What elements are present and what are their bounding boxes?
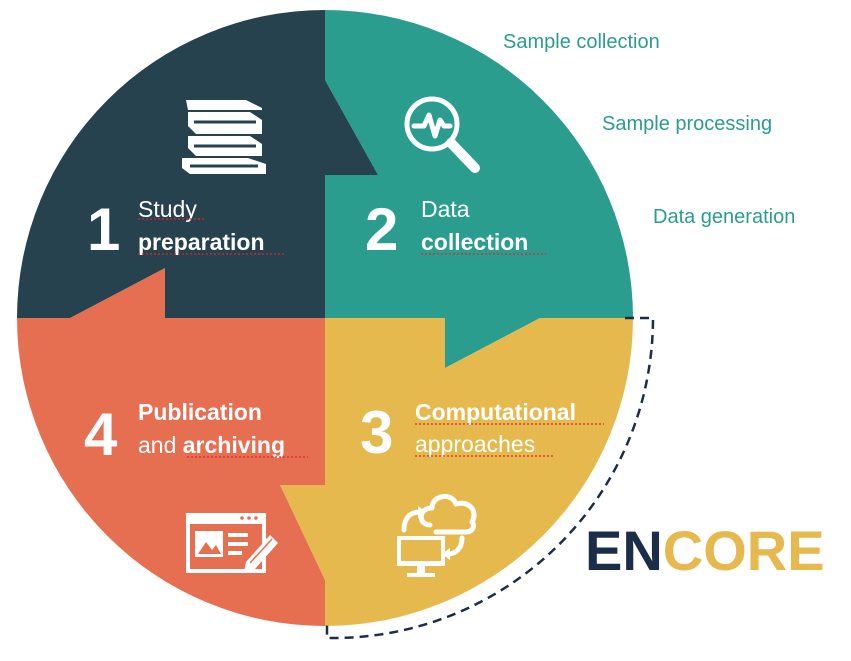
side-label-sample-collection: Sample collection	[503, 31, 660, 53]
step-4-line1: Publication	[138, 399, 262, 425]
step-4-line2-bold: archiving	[183, 432, 285, 458]
side-label-data-generation: Data generation	[653, 206, 795, 228]
step-2-number: 2	[365, 196, 398, 263]
publication-pencil-icon	[186, 513, 278, 573]
step-3-line2: approaches	[415, 431, 535, 457]
encore-logo-en: EN	[585, 519, 663, 582]
encore-logo-core: CORE	[663, 519, 825, 582]
step-1-line2: preparation	[138, 229, 265, 255]
step-2-line2: collection	[421, 229, 528, 255]
encore-cycle-diagram: Sample collection Sample processing Data…	[0, 0, 851, 656]
segment-step-3[interactable]	[280, 318, 633, 626]
side-label-sample-processing: Sample processing	[602, 113, 772, 135]
step-3-number: 3	[360, 399, 393, 466]
step-4-line2-prefix: and	[138, 432, 183, 458]
step-4-line2: and archiving	[138, 432, 285, 458]
step-1-number: 1	[87, 196, 120, 263]
step-4-number: 4	[84, 401, 118, 468]
step-1-line1: Study	[138, 196, 197, 222]
step-3-line1: Computational	[415, 399, 576, 425]
cycle-wheel	[17, 10, 633, 626]
segment-step-2[interactable]	[325, 10, 633, 368]
encore-logo: ENCORE	[585, 519, 825, 582]
step-2-line1: Data	[421, 196, 470, 222]
